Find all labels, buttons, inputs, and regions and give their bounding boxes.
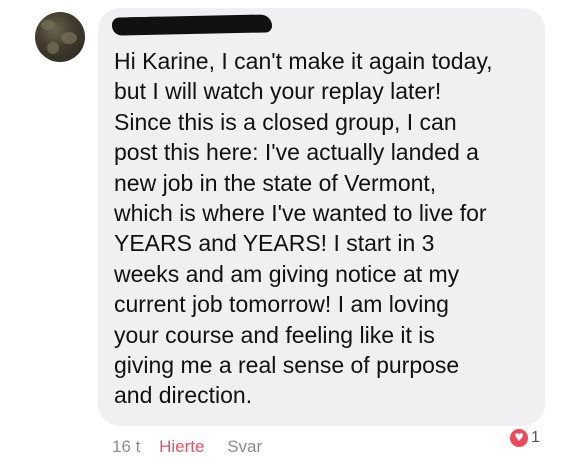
avatar-detail	[47, 42, 59, 54]
avatar-detail	[61, 32, 77, 44]
author-name-redacted[interactable]	[111, 14, 273, 36]
comment-text-line: new job in the state of Vermont,	[114, 169, 437, 196]
comment-text-line: YEARS and YEARS! I start in 3	[114, 230, 435, 257]
comment-text-line: giving me a real sense of purpose	[114, 352, 460, 379]
comment-text-line: and direction.	[114, 382, 253, 409]
reply-button[interactable]: Svar	[227, 437, 262, 456]
avatar[interactable]	[35, 12, 85, 62]
comment-text-line: post this here: I've actually landed a	[114, 139, 479, 166]
comment-text-line: but I will watch your replay later!	[114, 78, 442, 105]
comment-text-line: Since this is a closed group, I can	[114, 108, 457, 135]
like-button[interactable]: Hierte	[159, 437, 204, 456]
reaction-count: 1	[531, 429, 540, 446]
comment-text: Hi Karine, I can't make it again today, …	[114, 46, 534, 411]
reaction-summary[interactable]: ♥ 1	[510, 428, 540, 448]
comment-text-line: current job tomorrow! I am loving	[114, 291, 449, 318]
comment-timestamp[interactable]: 16 t	[112, 437, 140, 456]
heart-icon: ♥	[510, 429, 528, 447]
comment-text-line: which is where I've wanted to live for	[114, 200, 487, 227]
comment-text-line: your course and feeling like it is	[114, 321, 435, 348]
comment-text-line: Hi Karine, I can't make it again today,	[114, 48, 493, 74]
comment-meta: 16 t Hierte Svar	[112, 437, 276, 457]
avatar-detail	[41, 20, 55, 30]
comment-text-line: weeks and am giving notice at my	[114, 260, 460, 287]
